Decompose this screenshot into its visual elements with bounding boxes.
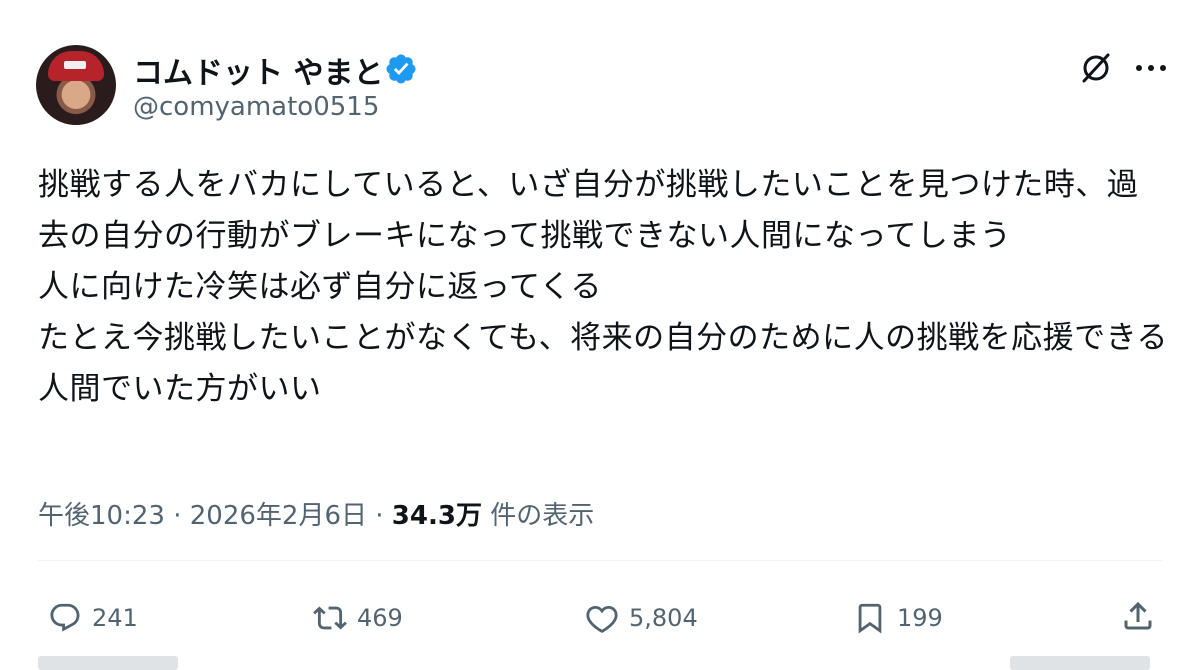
bookmark-button[interactable]: 199	[853, 598, 943, 638]
cropped-footer-right	[1010, 656, 1150, 670]
reply-count: 241	[92, 604, 138, 632]
like-count: 5,804	[629, 604, 698, 632]
divider	[38, 560, 1162, 561]
avatar-cap	[48, 51, 104, 81]
views-count[interactable]: 34.3万	[392, 501, 482, 531]
post-date[interactable]: 2026年2月6日	[190, 501, 367, 531]
heart-icon	[586, 605, 618, 633]
retweet-button[interactable]: 469	[313, 598, 403, 638]
cropped-footer-left	[38, 656, 178, 670]
retweet-count: 469	[357, 604, 403, 632]
post-text: 挑戦する人をバカにしていると、いざ自分が挑戦したいことを見つけた時、過去の自分の…	[38, 167, 1168, 407]
retweet-icon	[313, 606, 347, 630]
tweet-card: コムドット やまと @comyamato0515 挑戦する人をバカにしていると、…	[0, 0, 1200, 670]
verified-badge-icon	[386, 54, 416, 84]
meta-separator: ·	[375, 501, 384, 531]
more-horizontal-icon[interactable]	[1133, 58, 1169, 78]
grok-icon[interactable]	[1078, 50, 1114, 86]
views-label: 件の表示	[490, 501, 595, 531]
post-meta: 午後10:23 · 2026年2月6日 · 34.3万 件の表示	[38, 495, 594, 532]
bookmark-count: 199	[897, 604, 943, 632]
display-name[interactable]: コムドット やまと	[133, 48, 383, 92]
avatar[interactable]	[36, 45, 116, 125]
reply-bubble-icon	[50, 603, 80, 632]
like-button[interactable]: 5,804	[585, 598, 698, 638]
share-icon[interactable]	[1120, 598, 1156, 634]
user-handle[interactable]: @comyamato0515	[133, 92, 379, 122]
meta-separator: ·	[173, 501, 182, 531]
post-time[interactable]: 午後10:23	[38, 501, 165, 531]
bookmark-icon	[858, 603, 882, 634]
reply-button[interactable]: 241	[48, 598, 138, 638]
